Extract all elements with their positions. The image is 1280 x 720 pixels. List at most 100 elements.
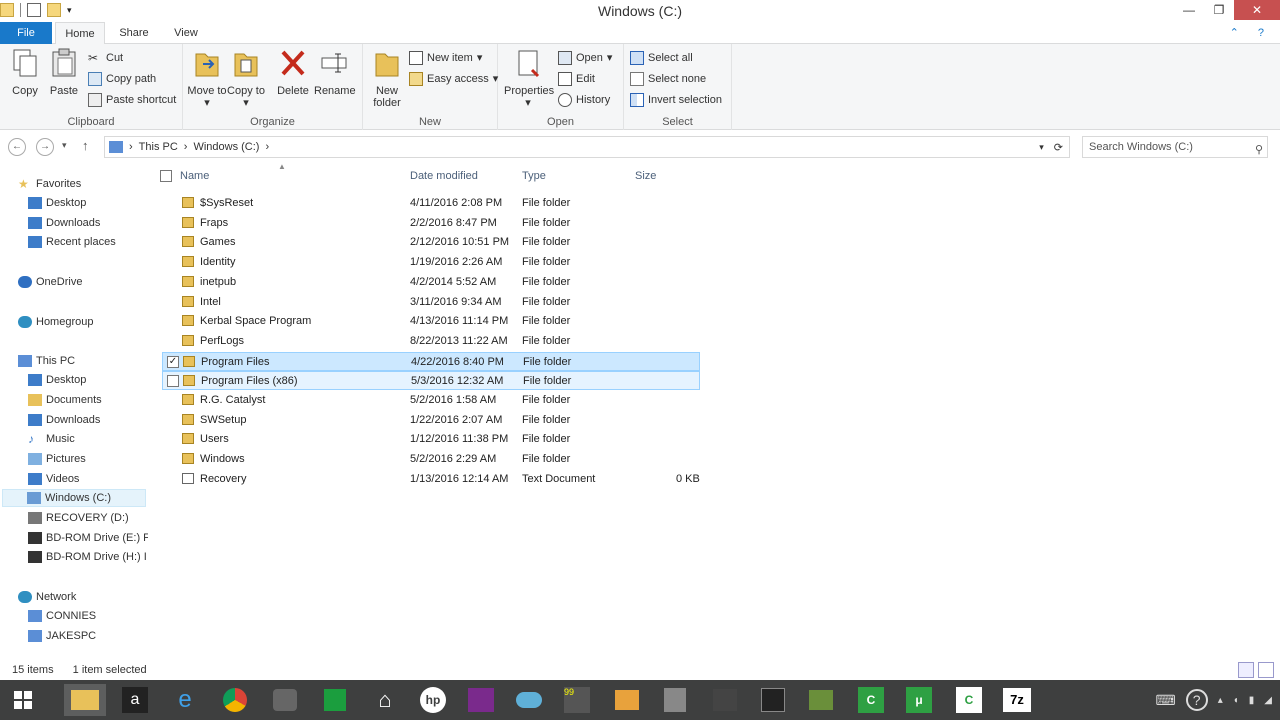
sidebar-item-videos[interactable]: Videos <box>28 470 176 488</box>
select-all-button[interactable]: Select all <box>630 49 693 67</box>
ribbon-toggle-icons[interactable]: ⌃ ? <box>1230 26 1272 39</box>
game-taskbar-icon[interactable] <box>752 684 794 716</box>
search-input[interactable]: Search Windows (C:) ⚲ <box>1082 136 1268 158</box>
home-taskbar-icon[interactable]: ⌂ <box>364 684 406 716</box>
history-button[interactable]: History <box>558 91 610 109</box>
cloud-taskbar-icon[interactable] <box>508 684 550 716</box>
open-button[interactable]: Open ▾ <box>558 49 612 67</box>
file-row[interactable]: Fraps 2/2/2016 8:47 PM File folder <box>162 214 700 233</box>
file-row[interactable]: Games 2/12/2016 10:51 PM File folder <box>162 233 700 252</box>
search-icon[interactable]: ⚲ <box>1255 140 1263 160</box>
sidebar-item-recovery-d[interactable]: RECOVERY (D:) <box>28 509 148 527</box>
close-button[interactable]: ✕ <box>1234 0 1280 20</box>
camera-taskbar-icon[interactable] <box>264 684 306 716</box>
minimize-button[interactable]: — <box>1174 0 1204 20</box>
sidebar-item-connies[interactable]: CONNIES <box>28 607 176 625</box>
rename-button[interactable]: Rename <box>314 48 356 97</box>
start-button[interactable] <box>2 684 44 716</box>
row-checkbox[interactable] <box>167 375 179 388</box>
breadcrumb-this-pc[interactable]: This PC <box>139 141 178 153</box>
copy-to-button[interactable]: Copy to ▾ <box>226 48 266 109</box>
sidebar-item-windows-c[interactable]: Windows (C:) <box>2 489 146 507</box>
tab-file[interactable]: File <box>0 22 52 44</box>
invert-selection-button[interactable]: Invert selection <box>630 91 722 109</box>
tab-view[interactable]: View <box>163 22 209 44</box>
sidebar-item-jakespc[interactable]: JAKESPC <box>28 627 176 645</box>
file-row[interactable]: ✓ Program Files 4/22/2016 8:40 PM File fold… <box>162 351 700 371</box>
file-row[interactable]: PerfLogs 8/22/2013 11:22 AM File folder <box>162 332 700 351</box>
new-item-button[interactable]: New item ▾ <box>409 49 482 67</box>
select-all-checkbox[interactable] <box>160 170 172 182</box>
paste-button[interactable]: Paste <box>44 48 84 97</box>
sidebar-item-bd-rom-e[interactable]: BD-ROM Drive (E:) F <box>28 529 148 547</box>
cut-button[interactable]: ✂ Cut <box>88 49 123 67</box>
refresh-icon[interactable]: ⟳ <box>1054 141 1063 154</box>
large-icons-view-button[interactable] <box>1258 662 1274 678</box>
sidebar-item-music[interactable]: ♪ Music <box>28 430 176 448</box>
file-explorer-taskbar-icon[interactable] <box>64 684 106 716</box>
chevron-down-icon[interactable]: ▾ <box>1039 142 1044 153</box>
file-row[interactable]: inetpub 4/2/2014 5:52 AM File folder <box>162 273 700 292</box>
minecraft-taskbar-icon[interactable] <box>800 684 842 716</box>
file-row[interactable]: SWSetup 1/22/2016 2:07 AM File folder <box>162 411 700 430</box>
hp-taskbar-icon[interactable]: hp <box>412 684 454 716</box>
column-header-size[interactable]: Size <box>635 170 656 182</box>
sidebar-item-pictures[interactable]: Pictures <box>28 450 176 468</box>
file-row[interactable]: Kerbal Space Program 4/13/2016 11:14 PM Fi… <box>162 312 700 331</box>
file-row[interactable]: Users 1/12/2016 11:38 PM File folder <box>162 430 700 449</box>
ccleaner-taskbar-icon[interactable]: C <box>850 684 892 716</box>
sidebar-item-homegroup[interactable]: Homegroup <box>18 313 166 331</box>
address-bar[interactable]: › This PC › Windows (C:) › ▾ ⟳ <box>104 136 1070 158</box>
sidebar-item-network[interactable]: Network <box>18 588 166 606</box>
chevron-up-icon[interactable]: ▴ <box>1218 695 1223 706</box>
utorrent-taskbar-icon[interactable]: μ <box>898 684 940 716</box>
7zip-taskbar-icon[interactable]: 7z <box>996 684 1038 716</box>
tab-share[interactable]: Share <box>112 22 156 44</box>
copy-button[interactable]: Copy <box>5 48 45 97</box>
easy-access-button[interactable]: Easy access ▾ <box>409 70 498 88</box>
back-button[interactable]: ← <box>8 138 26 156</box>
internet-explorer-taskbar-icon[interactable]: e <box>164 684 206 716</box>
file-row[interactable]: Intel 3/11/2016 9:34 AM File folder <box>162 293 700 312</box>
sidebar-item-bd-rom-h[interactable]: BD-ROM Drive (H:) I <box>28 548 148 566</box>
column-header-date-modified[interactable]: Date modified <box>410 170 478 182</box>
column-header-type[interactable]: Type <box>522 170 546 182</box>
recent-locations-icon[interactable]: ▾ <box>62 140 67 151</box>
copy-path-button[interactable]: Copy path <box>88 70 156 88</box>
new-folder-button[interactable]: New folder <box>367 48 407 109</box>
file-row[interactable]: Program Files (x86) 5/3/2016 12:32 AM File… <box>162 371 700 391</box>
keyboard-icon[interactable]: ⌨ <box>1155 692 1175 709</box>
select-none-button[interactable]: Select none <box>630 70 706 88</box>
cube-taskbar-icon[interactable] <box>606 684 648 716</box>
column-header-name[interactable]: Name <box>180 170 209 182</box>
row-checkbox[interactable]: ✓ <box>167 355 179 368</box>
maximize-button[interactable]: ❐ <box>1204 0 1234 20</box>
tab-home[interactable]: Home <box>55 22 105 45</box>
move-to-button[interactable]: Move to ▾ <box>187 48 227 109</box>
sidebar-item-desktop[interactable]: Desktop <box>28 194 176 212</box>
sidebar-item-this-pc[interactable]: This PC <box>18 352 166 370</box>
ccleaner-alt-taskbar-icon[interactable]: C <box>948 684 990 716</box>
fraps-taskbar-icon[interactable]: 99 <box>556 684 598 716</box>
file-row[interactable]: Windows 5/2/2016 2:29 AM File folder <box>162 450 700 469</box>
file-row[interactable]: Identity 1/19/2016 2:26 AM File folder <box>162 253 700 272</box>
file-row[interactable]: R.G. Catalyst 5/2/2016 1:58 AM File folder <box>162 391 700 410</box>
forward-button[interactable]: → <box>36 138 54 156</box>
printer-taskbar-icon[interactable] <box>704 684 746 716</box>
properties-button[interactable]: Properties ▾ <box>504 48 554 109</box>
sidebar-item-recent-places[interactable]: Recent places <box>28 233 176 251</box>
edit-button[interactable]: Edit <box>558 70 595 88</box>
paste-shortcut-button[interactable]: Paste shortcut <box>88 91 176 109</box>
file-row[interactable]: $SysReset 4/11/2016 2:08 PM File folder <box>162 194 700 213</box>
help-icon[interactable]: ? <box>1185 689 1208 711</box>
sidebar-item-favorites[interactable]: ★ Favorites <box>18 175 166 193</box>
up-arrow-icon[interactable]: ↑ <box>82 138 89 153</box>
battery-icon[interactable]: ▮ <box>1249 695 1255 706</box>
breadcrumb-windows-c[interactable]: Windows (C:) <box>193 141 259 153</box>
sidebar-item-downloads[interactable]: Downloads <box>28 214 176 232</box>
media-taskbar-icon[interactable] <box>460 684 502 716</box>
details-view-button[interactable] <box>1238 662 1254 678</box>
sidebar-item-pc-downloads[interactable]: Downloads <box>28 411 176 429</box>
sidebar-item-documents[interactable]: Documents <box>28 391 176 409</box>
amazon-taskbar-icon[interactable]: a <box>114 684 156 716</box>
